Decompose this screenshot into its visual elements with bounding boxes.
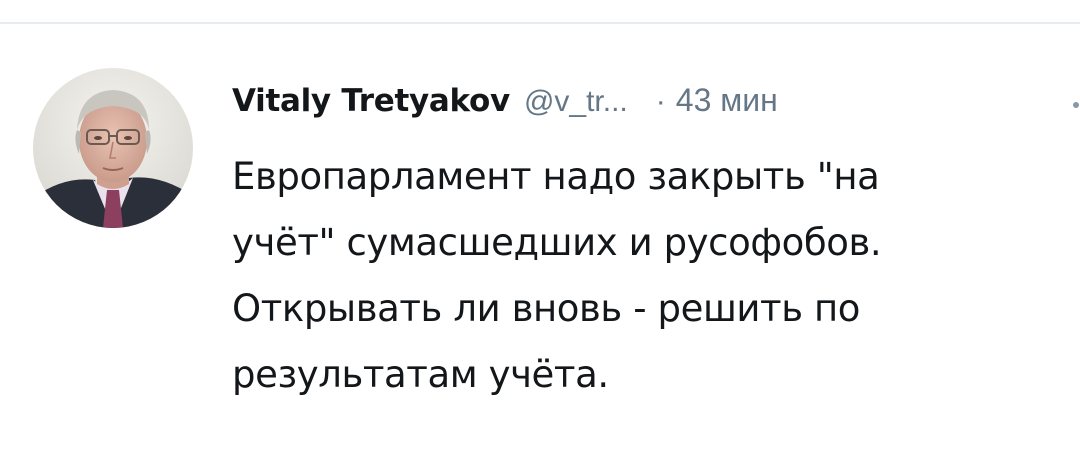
avatar-photo-icon xyxy=(33,68,193,228)
tweet-text-line: результатам учёта. xyxy=(232,353,609,396)
tweet-text-line: Европарламент надо закрыть "на xyxy=(232,155,880,198)
caret-down-icon[interactable] xyxy=(1072,96,1080,110)
tweet-text: Европарламент надо закрыть "на учёт" сум… xyxy=(232,144,1052,408)
author-display-name[interactable]: Vitaly Tretyakov xyxy=(232,83,510,119)
tweet-header: Vitaly Tretyakov @v_tr... · 43 мин xyxy=(232,82,778,126)
header-separator: · xyxy=(655,85,666,118)
tweet-text-line: Открывать ли вновь - решить по xyxy=(232,287,861,330)
tweet-text-line: учёт" сумасшедших и русофобов. xyxy=(232,221,882,264)
tweet-timestamp[interactable]: 43 мин xyxy=(676,82,778,119)
tweet-card[interactable]: Vitaly Tretyakov @v_tr... · 43 мин Европ… xyxy=(0,24,1080,453)
avatar[interactable] xyxy=(33,68,193,228)
author-handle[interactable]: @v_tr... xyxy=(524,85,628,119)
